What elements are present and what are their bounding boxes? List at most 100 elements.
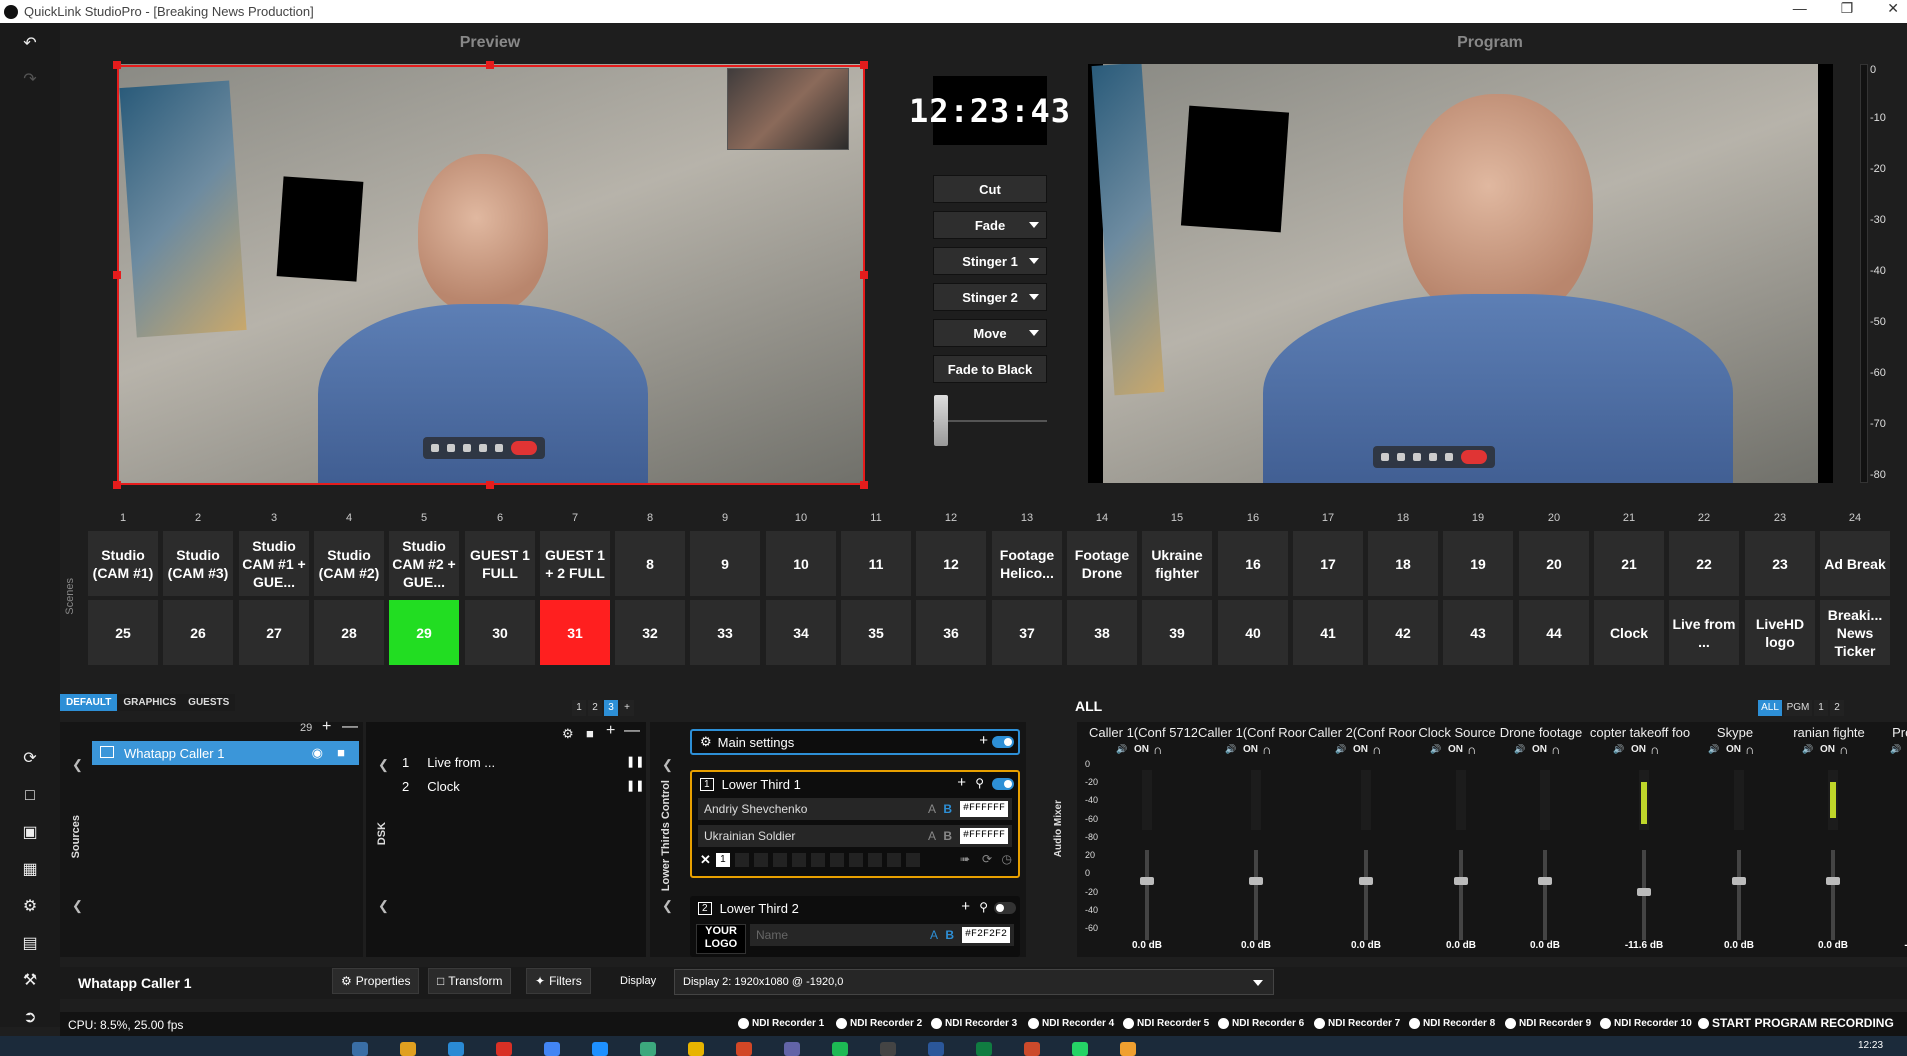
scene-button[interactable]: 25 [88, 600, 158, 665]
start-recording-button[interactable]: START PROGRAM RECORDING [1698, 1016, 1894, 1030]
slot-empty[interactable] [791, 853, 806, 867]
scene-button[interactable]: 36 [916, 600, 986, 665]
scene-button[interactable]: Studio (CAM #2) [314, 531, 384, 596]
channel-on-label[interactable]: ON [1726, 744, 1741, 755]
taskbar-app-icon[interactable] [1024, 1042, 1040, 1056]
add-icon[interactable]: + [957, 774, 966, 791]
slot-empty[interactable] [886, 853, 901, 867]
remove-source-icon[interactable]: — [342, 718, 358, 736]
taskbar-app-icon[interactable] [688, 1042, 704, 1056]
scene-button[interactable]: 23 [1745, 531, 1815, 596]
scene-button[interactable]: Live from ... [1669, 600, 1739, 665]
lock-icon[interactable]: ■ [586, 726, 594, 741]
gear-icon[interactable]: ⚙ [21, 898, 39, 916]
scene-button[interactable]: 8 [615, 531, 685, 596]
redo-icon[interactable]: ↷ [21, 71, 39, 89]
slot-empty[interactable] [810, 853, 825, 867]
transform-button[interactable]: □ Transform [428, 968, 512, 994]
scene-button[interactable]: 20 [1519, 531, 1589, 596]
scene-button[interactable]: Studio CAM #1 + GUE... [239, 531, 309, 596]
font-icon[interactable]: A [928, 829, 936, 843]
move-button[interactable]: Move [933, 319, 1047, 347]
scene-button[interactable]: LiveHD logo [1745, 600, 1815, 665]
chevron-left-icon[interactable]: ❮ [378, 757, 389, 773]
fader-knob[interactable] [1637, 888, 1651, 896]
t-bar-handle[interactable] [934, 395, 948, 446]
scene-button[interactable]: 31 [540, 600, 610, 665]
resize-handle[interactable] [113, 61, 121, 69]
lt1-line2-color[interactable]: #FFFFFF [960, 828, 1008, 844]
resize-handle[interactable] [860, 271, 868, 279]
scene-button[interactable]: 33 [690, 600, 760, 665]
chevron-left-icon[interactable]: ❮ [662, 757, 673, 773]
taskbar-app-icon[interactable] [832, 1042, 848, 1056]
scene-button[interactable]: Studio (CAM #3) [163, 531, 233, 596]
chevron-down-icon[interactable] [1029, 258, 1039, 264]
scene-button[interactable]: 9 [690, 531, 760, 596]
chevron-down-icon[interactable] [1029, 222, 1039, 228]
filter-1-button[interactable]: 1 [1814, 700, 1828, 716]
add-source-icon[interactable]: + [322, 718, 331, 736]
scene-button[interactable]: 27 [239, 600, 309, 665]
scene-button[interactable]: 35 [841, 600, 911, 665]
exit-icon[interactable]: ➲ [21, 1009, 39, 1027]
page-1-button[interactable]: 1 [572, 700, 586, 716]
slot-empty[interactable] [829, 853, 844, 867]
recorder-toggle[interactable]: NDI Recorder 3 [931, 1018, 1017, 1029]
scene-button[interactable]: 42 [1368, 600, 1438, 665]
recorder-toggle[interactable]: NDI Recorder 8 [1409, 1018, 1495, 1029]
fader-knob[interactable] [1538, 877, 1552, 885]
recorder-toggle[interactable]: NDI Recorder 7 [1314, 1018, 1400, 1029]
resize-handle[interactable] [113, 481, 121, 489]
slot-1[interactable]: 1 [715, 853, 730, 867]
channel-on-label[interactable]: ON [1243, 744, 1258, 755]
search-icon[interactable]: ⚲ [975, 776, 984, 790]
headphones-icon[interactable]: ∩ [1262, 742, 1271, 757]
fader-knob[interactable] [1454, 877, 1468, 885]
folder-icon[interactable]: ▤ [21, 935, 39, 953]
speaker-icon[interactable]: 🔊 [1514, 744, 1525, 755]
monitor-icon[interactable]: □ [21, 787, 39, 805]
timer-icon[interactable]: ◷ [1002, 852, 1012, 866]
stinger-2-button[interactable]: Stinger 2 [933, 283, 1047, 311]
lt2-name-field[interactable]: Name A B #F2F2F2 [750, 924, 1014, 946]
remove-dsk-icon[interactable]: — [624, 722, 640, 740]
cut-button[interactable]: Cut [933, 175, 1047, 203]
add-icon[interactable]: + [979, 732, 988, 749]
headphones-icon[interactable]: ∩ [1745, 742, 1754, 757]
main-settings-bar[interactable]: ⚙ Main settings + [690, 729, 1020, 755]
lt1-line1-field[interactable]: Andriy Shevchenko A B #FFFFFF [698, 798, 1012, 820]
headphones-icon[interactable]: ∩ [1551, 742, 1560, 757]
dsk-item[interactable]: 1 Live from ... [402, 755, 495, 770]
taskbar-app-icon[interactable] [880, 1042, 896, 1056]
minimize-icon[interactable]: — [1793, 0, 1807, 17]
chevron-down-icon[interactable] [1253, 980, 1263, 986]
scene-button[interactable]: GUEST 1 + 2 FULL [540, 531, 610, 596]
display-select[interactable]: Display 2: 1920x1080 @ -1920,0 [674, 969, 1274, 995]
headphones-icon[interactable]: ∩ [1153, 742, 1162, 757]
filters-button[interactable]: ✦ Filters [526, 968, 591, 994]
taskbar-app-icon[interactable] [640, 1042, 656, 1056]
slot-empty[interactable] [734, 853, 749, 867]
scene-button[interactable]: 41 [1293, 600, 1363, 665]
recorder-toggle[interactable]: NDI Recorder 6 [1218, 1018, 1304, 1029]
eye-icon[interactable]: ◉ [312, 745, 323, 761]
recorder-toggle[interactable]: NDI Recorder 9 [1505, 1018, 1591, 1029]
lt2-color[interactable]: #F2F2F2 [962, 927, 1010, 943]
stinger-1-button[interactable]: Stinger 1 [933, 247, 1047, 275]
scene-button[interactable]: Studio (CAM #1) [88, 531, 158, 596]
taskbar-app-icon[interactable] [928, 1042, 944, 1056]
scene-button[interactable]: 34 [766, 600, 836, 665]
tab-default[interactable]: DEFAULT [60, 694, 118, 711]
add-page-button[interactable]: + [620, 700, 634, 716]
resize-handle[interactable] [486, 61, 494, 69]
lt1-toggle[interactable] [992, 778, 1014, 790]
scene-button[interactable]: Studio CAM #2 + GUE... [389, 531, 459, 596]
slot-empty[interactable] [867, 853, 882, 867]
chevron-left-icon[interactable]: ❮ [378, 898, 389, 914]
recorder-toggle[interactable]: NDI Recorder 2 [836, 1018, 922, 1029]
speaker-icon[interactable]: 🔊 [1430, 744, 1441, 755]
selection-frame[interactable] [117, 65, 865, 485]
tools-icon[interactable]: ⚒ [21, 972, 39, 990]
slot-empty[interactable] [753, 853, 768, 867]
